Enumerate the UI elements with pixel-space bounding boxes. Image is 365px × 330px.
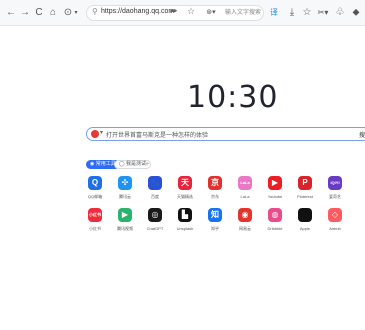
add-tab-button[interactable]: + (141, 160, 153, 169)
shortcut-label: Unsplash (176, 226, 194, 231)
shortcut-label: 京东 (211, 194, 219, 199)
shortcut-icon: ✣ (118, 176, 132, 190)
shortcut-label: 天猫精选 (177, 194, 193, 199)
shortcut-icon: 小红书 (88, 208, 102, 222)
shortcut-icon: LaLa (238, 176, 252, 190)
shortcut-icon: 知 (208, 208, 222, 222)
shortcut-icon: 天 (178, 176, 192, 190)
shortcut-label: LaLa (240, 194, 250, 199)
shortcut-label: 腾讯视频 (117, 226, 133, 231)
shortcut-label: Airbnb (329, 226, 341, 231)
shortcut-label: Youtube (267, 194, 283, 199)
shortcut-label: Pinterest (297, 194, 313, 199)
shortcut-icon: 🐾 (148, 176, 162, 190)
shortcut-tile[interactable]: ◎ ChatGPT (142, 208, 168, 231)
shortcut-label: 知乎 (211, 226, 219, 231)
shortcut-label: QQ邮箱 (87, 194, 103, 199)
shortcut-icon (298, 208, 312, 222)
search-icon: ⚲ (92, 7, 98, 16)
extensions-icon[interactable]: ♧ (334, 6, 346, 20)
shortcut-label: Apple (299, 226, 311, 231)
shortcut-label: Dribbble (267, 226, 283, 231)
search-button[interactable]: 搜索 (359, 130, 365, 139)
shortcut-tile[interactable]: Apple (292, 208, 318, 231)
shortcut-icon: iQIYI (328, 176, 342, 190)
more-icon[interactable]: ⬥ (350, 6, 362, 20)
shortcut-icon: ▙ (178, 208, 192, 222)
shortcut-tile[interactable]: ◉ 网易云 (232, 208, 258, 232)
back-icon[interactable]: ← (6, 6, 16, 20)
shortcut-tile[interactable]: P Pinterest (292, 176, 318, 199)
shortcut-label: 百度 (151, 194, 159, 199)
translate-icon[interactable]: 译 (268, 6, 280, 20)
shortcut-tile[interactable]: ▙ Unsplash (172, 208, 198, 231)
shortcut-icon: Q (88, 176, 102, 190)
shortcut-tile[interactable]: ▶ 腾讯视频 (112, 208, 138, 232)
search-mode-icon[interactable]: ⊛▾ (204, 6, 218, 20)
shortcut-icon: P (298, 176, 312, 190)
shortcut-icon: ▶ (268, 176, 282, 190)
home-icon[interactable]: ⌂ (48, 6, 58, 20)
shortcut-tile[interactable]: 京京东 (202, 176, 228, 200)
download-icon[interactable]: ⤓ (286, 6, 298, 20)
engine-caret-icon[interactable]: ▾ (100, 129, 103, 136)
clock: 10:30 (187, 80, 279, 115)
search-box[interactable]: ▾ 打开世界首富马斯克是一种怎样的体验 搜索 (86, 127, 365, 141)
url-text[interactable]: https://daohang.qq.com (101, 8, 174, 15)
browser-toolbar: ← → C ⌂ ⊙ ▾ ⚲ https://daohang.qq.com ⮫ ☆… (0, 0, 365, 26)
bookmark-star-icon[interactable]: ☆ (187, 6, 195, 17)
search-engine-icon[interactable] (91, 130, 99, 138)
shortcut-tile[interactable]: ✣ 腾讯云 (112, 176, 138, 200)
shortcut-tile[interactable]: 知知乎 (202, 208, 228, 232)
shortcut-icon: ◇ (328, 208, 342, 222)
shortcut-icon: ▶ (118, 208, 132, 222)
favorites-icon[interactable]: ☆ (301, 6, 313, 20)
shortcut-icon: ◎ (148, 208, 162, 222)
reload-icon[interactable]: C (34, 6, 44, 20)
shortcut-tile[interactable]: iQIYI 爱奇艺 (322, 176, 348, 200)
shortcut-tile[interactable]: 🐾 百度 (142, 176, 168, 200)
search-input[interactable]: 打开世界首富马斯克是一种怎样的体验 (106, 130, 208, 139)
shortcut-label: ChatGPT (146, 226, 164, 231)
shortcut-tile[interactable]: LaLa LaLa (232, 176, 258, 199)
screenshot-icon[interactable]: ✂▾ (316, 6, 330, 20)
search-hint[interactable]: 输入文字搜索 (222, 6, 264, 20)
shortcut-tile[interactable]: ◍ Dribbble (262, 208, 288, 231)
shortcut-label: 爱奇艺 (329, 194, 341, 199)
shortcut-tile[interactable]: 小红书 小红书 (82, 208, 108, 232)
shortcut-tile[interactable]: Q QQ邮箱 (82, 176, 108, 200)
history-icon[interactable]: ⊙ (63, 6, 73, 20)
shortcut-tile[interactable]: 天天猫精选 (172, 176, 198, 200)
history-caret-icon[interactable]: ▾ (73, 6, 79, 20)
shortcut-tile[interactable]: ◇ Airbnb (322, 208, 348, 231)
forward-icon[interactable]: → (20, 6, 30, 20)
shortcut-label: 网易云 (239, 226, 251, 231)
shortcut-icon: 京 (208, 176, 222, 190)
shortcut-tile[interactable]: ▶ Youtube (262, 176, 288, 199)
shortcut-label: 小红书 (89, 226, 101, 231)
share-icon[interactable]: ⮫ (170, 7, 177, 17)
shortcut-icon: ◉ (238, 208, 252, 222)
shortcut-icon: ◍ (268, 208, 282, 222)
shortcut-label: 腾讯云 (119, 194, 131, 199)
